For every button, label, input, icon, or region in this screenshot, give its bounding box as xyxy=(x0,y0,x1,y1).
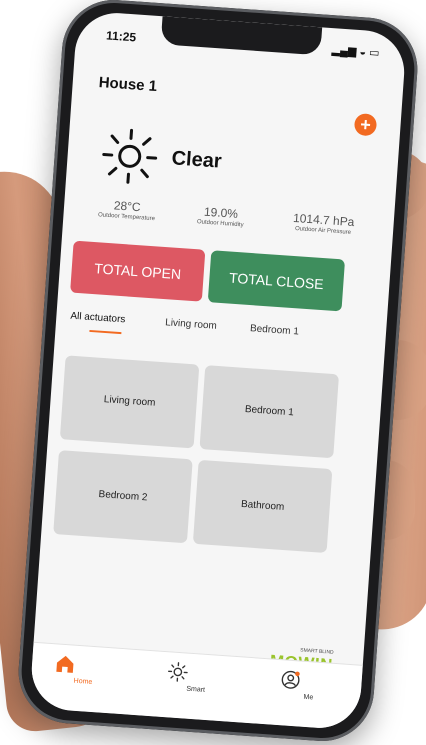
temperature-metric: 28°C Outdoor Temperature xyxy=(81,196,172,223)
phone: 11:25 ▂▄▆ ◒ ▭ House 1 + Clear 28°C Outdo… xyxy=(15,0,421,745)
notch xyxy=(161,16,323,55)
tabbar-smart-label: Smart xyxy=(166,684,226,695)
tab-living-room[interactable]: Living room xyxy=(165,317,217,332)
status-icons: ▂▄▆ ◒ ▭ xyxy=(331,43,380,59)
tabbar-smart[interactable]: Smart xyxy=(166,660,228,695)
sun-icon xyxy=(166,660,189,683)
total-open-button[interactable]: TOTAL OPEN xyxy=(70,241,205,302)
phone-frame: 11:25 ▂▄▆ ◒ ▭ House 1 + Clear 28°C Outdo… xyxy=(15,0,421,745)
app-screen: 11:25 ▂▄▆ ◒ ▭ House 1 + Clear 28°C Outdo… xyxy=(29,10,407,730)
tabbar-me[interactable]: Me xyxy=(278,668,340,703)
total-close-button[interactable]: TOTAL CLOSE xyxy=(208,250,345,311)
sun-icon xyxy=(96,122,164,190)
house-title: House 1 xyxy=(98,74,157,95)
tab-bedroom-1[interactable]: Bedroom 1 xyxy=(250,323,300,337)
home-icon xyxy=(53,652,76,675)
user-icon xyxy=(279,668,302,691)
room-card-living-room[interactable]: Living room xyxy=(60,355,200,448)
room-tabs: All actuators Living room Bedroom 1 xyxy=(69,311,376,356)
tabbar-home-label: Home xyxy=(53,676,113,687)
room-card-bedroom-2[interactable]: Bedroom 2 xyxy=(53,450,193,543)
active-tab-indicator xyxy=(89,330,121,334)
humidity-metric: 19.0% Outdoor Humidity xyxy=(175,203,266,230)
add-button[interactable]: + xyxy=(354,113,377,136)
room-card-bathroom[interactable]: Bathroom xyxy=(193,460,333,553)
tab-all-actuators[interactable]: All actuators xyxy=(70,311,126,326)
room-card-bedroom-1[interactable]: Bedroom 1 xyxy=(199,365,339,458)
status-time: 11:25 xyxy=(106,28,137,44)
pressure-metric: 1014.7 hPa Outdoor Air Pressure xyxy=(273,210,374,238)
plus-icon: + xyxy=(360,114,372,135)
tabbar-home[interactable]: Home xyxy=(53,652,115,687)
weather-condition: Clear xyxy=(171,147,223,173)
tabbar-me-label: Me xyxy=(278,692,338,703)
